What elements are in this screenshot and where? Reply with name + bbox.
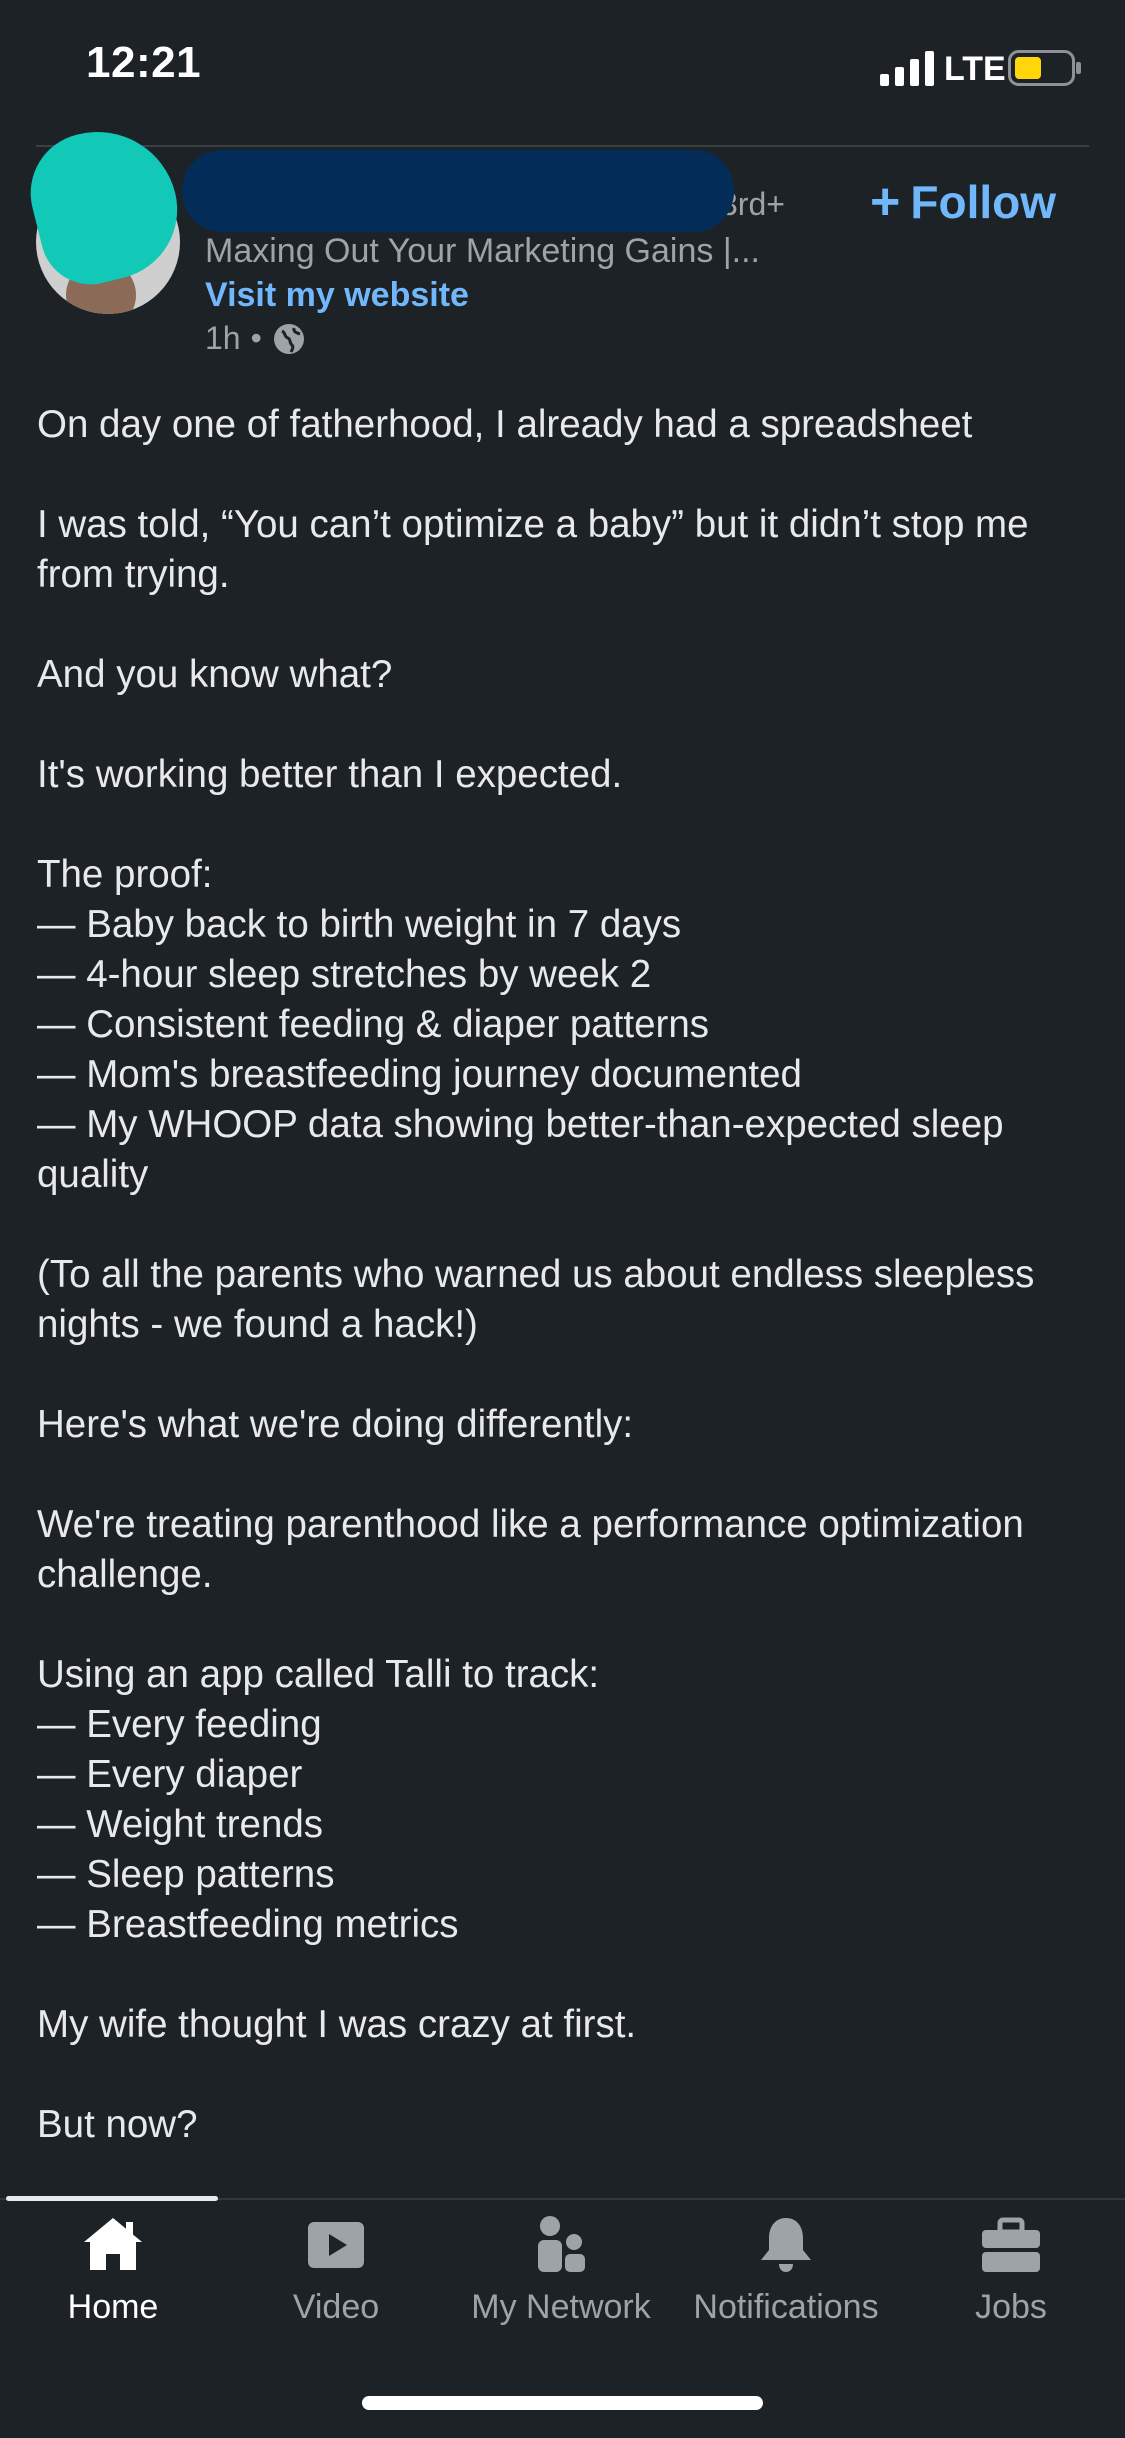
post-paragraph: On day one of fatherhood, I already had … <box>37 403 973 446</box>
author-name-redaction-mark <box>182 150 734 232</box>
signal-icon <box>880 51 934 86</box>
list-item: — My WHOOP data showing better-than-expe… <box>37 1103 1004 1196</box>
post-meta: 1h • <box>205 320 306 357</box>
follow-button[interactable]: + Follow <box>870 170 1056 234</box>
track-list: Using an app called Talli to track: — Ev… <box>37 1650 1097 1950</box>
author-headline: Maxing Out Your Marketing Gains |... <box>205 232 760 270</box>
meta-separator: • <box>250 320 262 356</box>
follow-label: Follow <box>910 176 1057 228</box>
proof-list: The proof: — Baby back to birth weight i… <box>37 850 1097 1200</box>
list-item: — Every diaper <box>37 1753 303 1796</box>
nav-label: Video <box>292 2288 380 2326</box>
list-item: — Consistent feeding & diaper patterns <box>37 1003 710 1046</box>
list-item: — Sleep patterns <box>37 1853 335 1896</box>
post-paragraph: I was told, “You can’t optimize a baby” … <box>37 503 1029 596</box>
post-paragraph: It's working better than I expected. <box>37 753 623 796</box>
status-bar: 12:21 LTE <box>0 0 1125 140</box>
network-type: LTE <box>944 50 1006 88</box>
nav-label: My Network <box>471 2288 651 2326</box>
home-icon <box>84 2218 142 2270</box>
bell-icon <box>761 2218 811 2272</box>
home-indicator[interactable] <box>362 2396 763 2410</box>
post-time: 1h <box>205 320 241 356</box>
post-paragraph: Here's what we're doing differently: <box>37 1403 634 1446</box>
battery-icon <box>1008 50 1081 86</box>
list-item: — Breastfeeding metrics <box>37 1903 459 1946</box>
nav-notifications[interactable]: Notifications <box>673 2212 899 2342</box>
post-paragraph: (To all the parents who warned us about … <box>37 1253 1035 1346</box>
status-time: 12:21 <box>86 38 202 87</box>
post-paragraph: My wife thought I was crazy at first. <box>37 2003 637 2046</box>
proof-heading: The proof: <box>37 853 213 896</box>
post-paragraph: And you know what? <box>37 653 393 696</box>
nav-jobs[interactable]: Jobs <box>898 2212 1124 2342</box>
list-item: — Weight trends <box>37 1803 324 1846</box>
plus-icon: + <box>870 173 901 231</box>
nav-my-network[interactable]: My Network <box>448 2212 674 2342</box>
video-icon <box>308 2222 364 2268</box>
nav-label: Notifications <box>693 2288 879 2326</box>
list-item: — 4-hour sleep stretches by week 2 <box>37 953 652 996</box>
active-tab-indicator <box>6 2196 218 2201</box>
nav-label: Home <box>67 2288 159 2326</box>
list-item: — Mom's breastfeeding journey documented <box>37 1053 802 1096</box>
list-item: — Baby back to birth weight in 7 days <box>37 903 682 946</box>
post-paragraph: We're treating parenthood like a perform… <box>37 1503 1024 1596</box>
nav-label: Jobs <box>975 2288 1047 2326</box>
network-icon <box>538 2216 585 2272</box>
nav-home[interactable]: Home <box>0 2212 226 2342</box>
track-heading: Using an app called Talli to track: <box>37 1653 600 1696</box>
feed-divider <box>36 145 1089 147</box>
nav-video[interactable]: Video <box>223 2212 449 2342</box>
globe-icon <box>273 323 304 354</box>
post-paragraph: But now? <box>37 2103 198 2146</box>
briefcase-icon <box>982 2217 1040 2272</box>
post-body: On day one of fatherhood, I already had … <box>37 400 1097 2200</box>
visit-website-link[interactable]: Visit my website <box>205 276 469 315</box>
list-item: — Every feeding <box>37 1703 322 1746</box>
